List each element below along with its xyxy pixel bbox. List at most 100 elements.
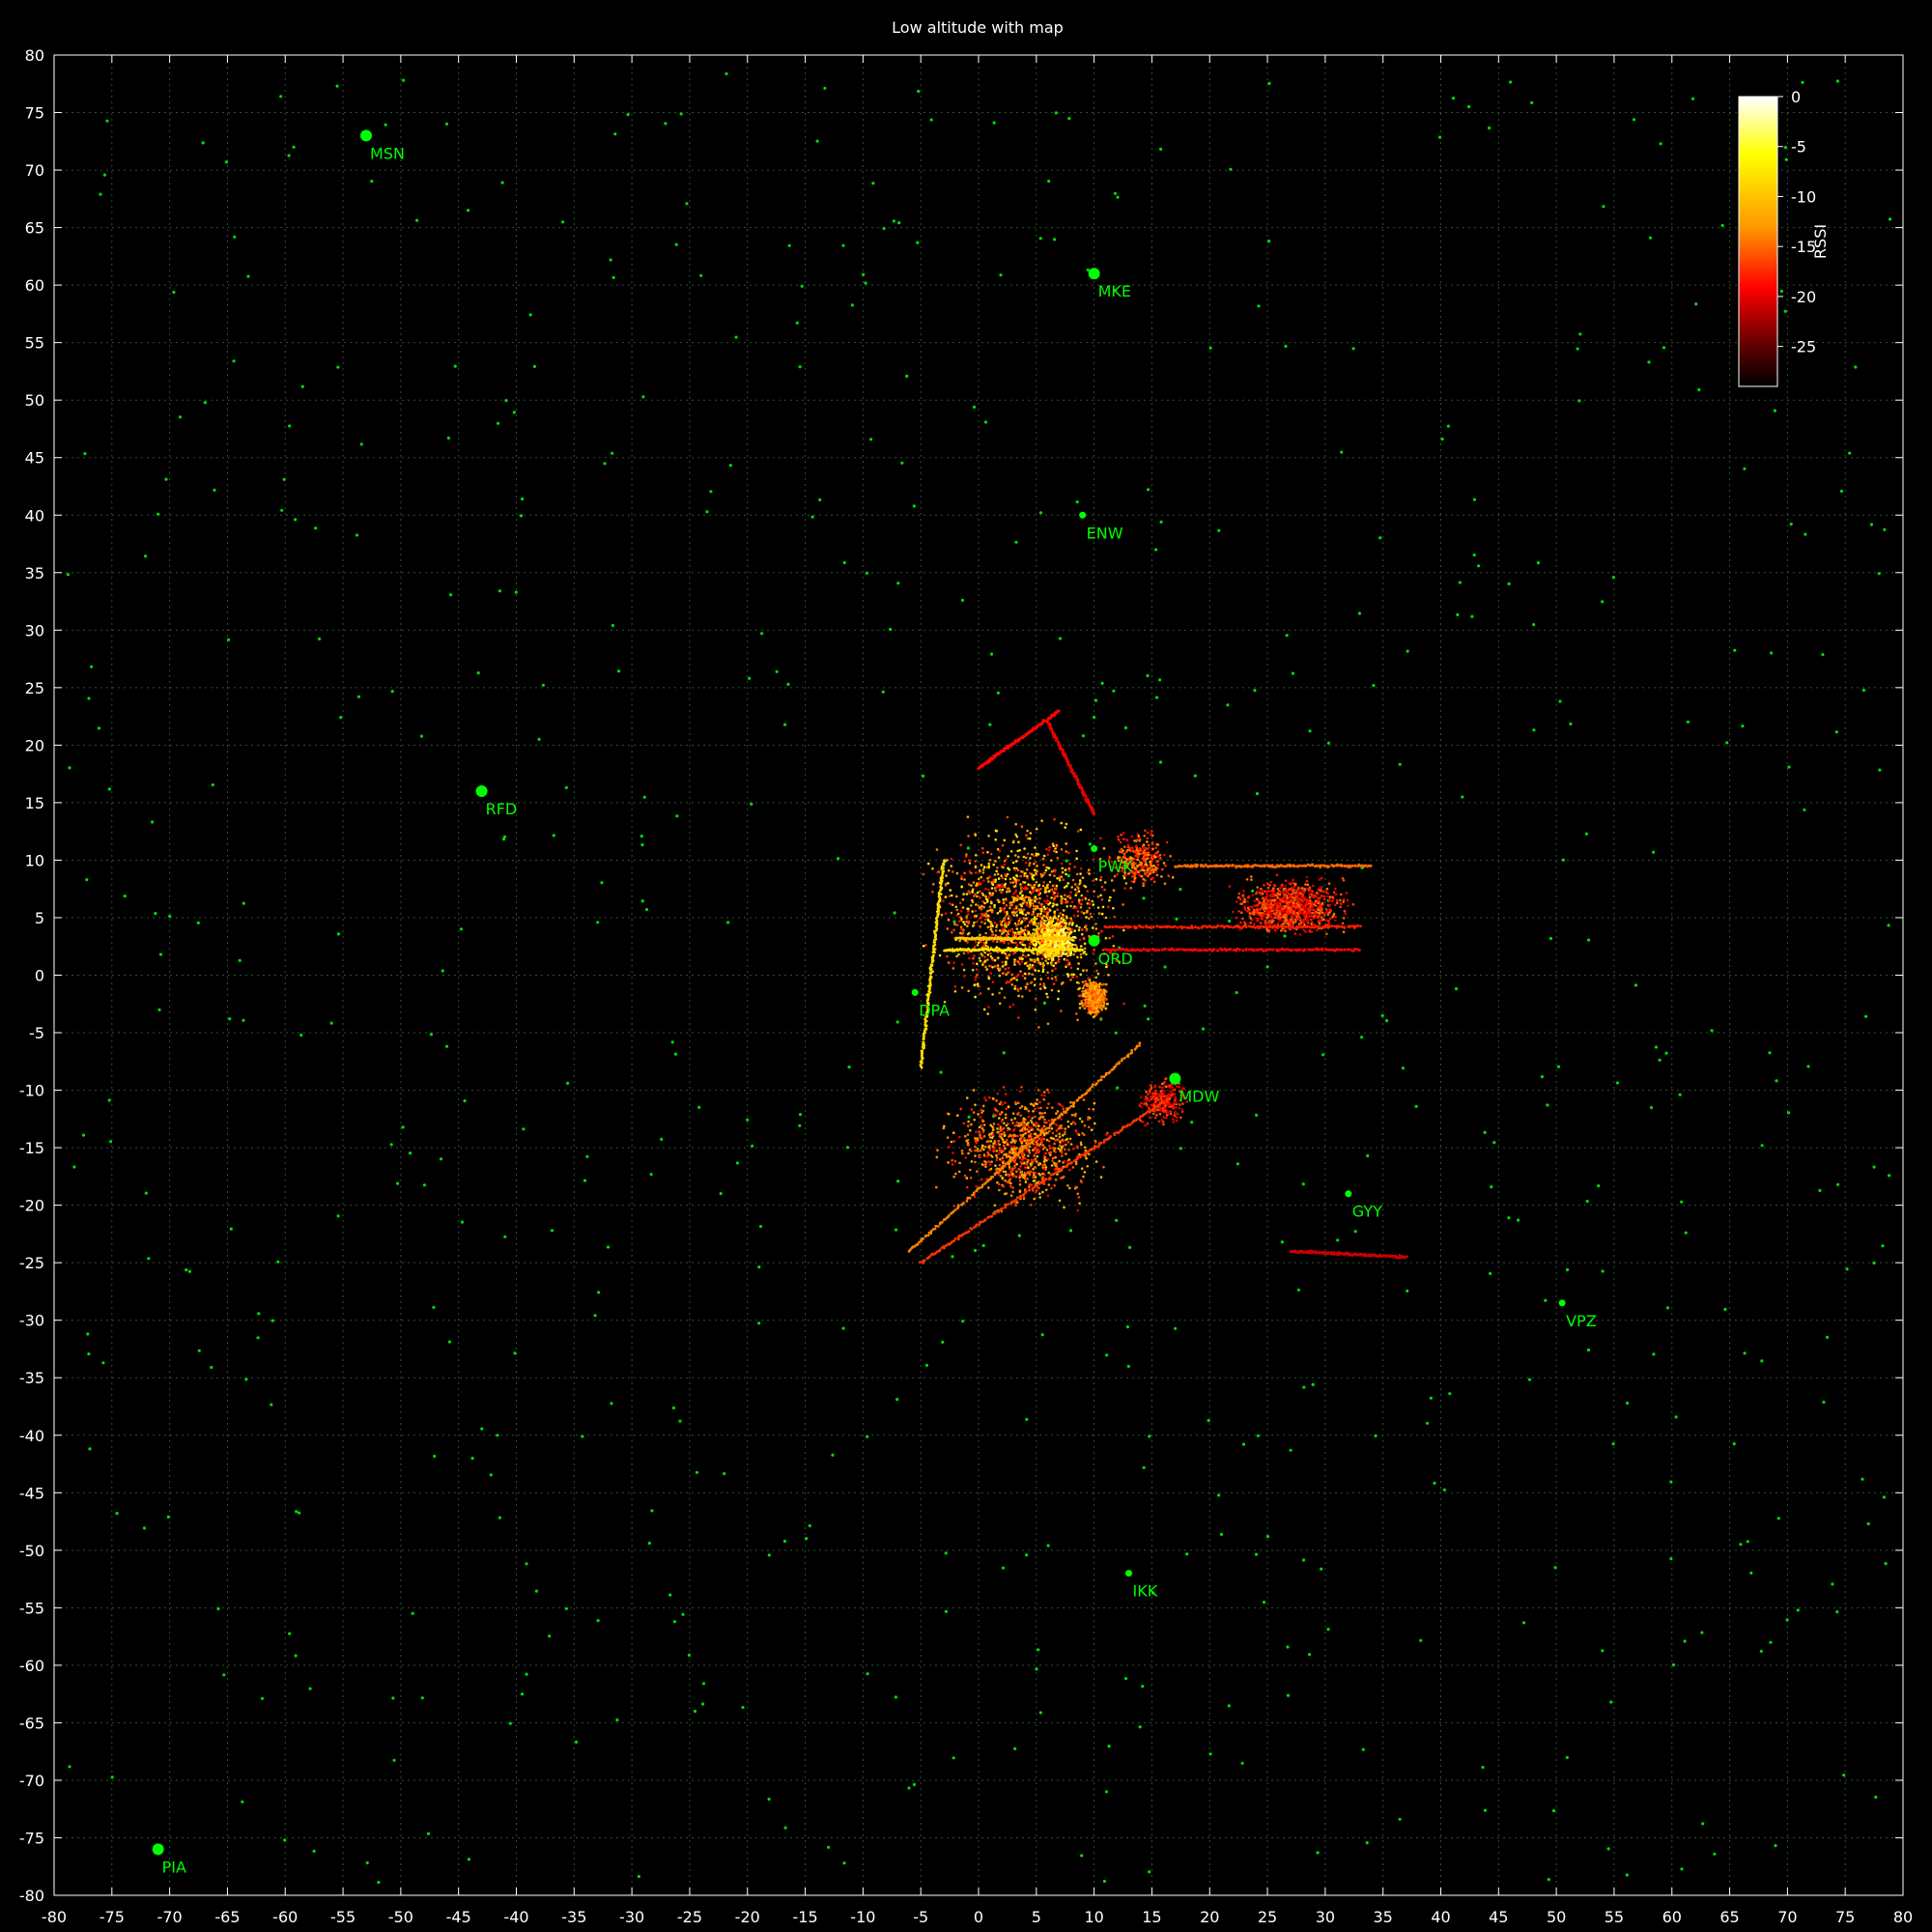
landmark-dot [1746,1540,1749,1544]
traffic-point-spread [1014,833,1017,837]
traffic-point-spread [1032,966,1036,970]
traffic-point-south [957,1170,961,1174]
traffic-point-spread [1043,925,1046,928]
traffic-point-east [1264,896,1266,899]
landmark-dot [144,1191,148,1195]
traffic-point-spread [1012,892,1015,895]
traffic-point-east [1318,911,1321,915]
landmark-dot [123,895,127,898]
traffic-point-east [1329,909,1332,913]
traffic-point-east [1339,893,1343,896]
landmark-dot [1155,696,1159,699]
traffic-point-south [967,1124,970,1127]
landmark-dot [197,1349,201,1352]
traffic-point-spread [991,966,994,969]
landmark-dot [280,508,284,512]
traffic-point-east [1266,882,1269,885]
traffic-point-spread [1100,912,1104,916]
traffic-point-east [1274,894,1278,897]
traffic-point-south [1018,1189,1022,1192]
traffic-point-south [998,1117,1001,1120]
traffic-point-east [1255,913,1258,916]
traffic-point-east [1305,875,1309,879]
traffic-point-south [1067,1149,1070,1151]
traffic-point-south [1015,1147,1018,1150]
traffic-point-spread [1039,872,1043,876]
landmark-dot [1326,1627,1330,1632]
traffic-point-ord-south [1083,1003,1086,1007]
traffic-point-spread [1065,899,1068,903]
traffic-point-spread [1043,871,1046,874]
traffic-point-south [1000,1120,1004,1122]
traffic-point-spread [959,843,962,847]
traffic-point-east [1289,921,1293,923]
traffic-point-south [1073,1122,1077,1125]
landmark-dot [1720,223,1724,227]
traffic-point-east [1297,909,1300,912]
traffic-point-ord-cluster [1049,932,1052,935]
landmark-dot [460,1220,465,1224]
traffic-point-spread [1020,890,1023,893]
traffic-point-south [1022,1196,1026,1199]
landmark-dot [895,1020,899,1024]
traffic-point-spread [971,890,974,894]
traffic-point-east [1290,888,1293,892]
landmark-dot [1565,1755,1569,1759]
traffic-point-east [1290,918,1293,921]
traffic-point-east [1275,910,1278,914]
landmark-dot [973,1248,978,1253]
landmark-dot [1887,923,1890,927]
traffic-point-spread [1073,866,1076,868]
traffic-point-spread [1063,894,1066,896]
traffic-point-spread [981,868,985,871]
traffic-point-south [1041,1190,1044,1194]
traffic-point-east [1284,907,1288,911]
landmark-dot [1265,965,1269,969]
landmark-dot [939,1070,943,1074]
traffic-point-east [1324,908,1328,911]
landmark-dot [1483,1130,1487,1134]
traffic-point-spread [945,874,948,877]
landmark-dot [1159,147,1163,151]
landmark-dot [999,273,1003,277]
traffic-point-east [1321,903,1324,906]
traffic-point-spread [958,939,961,943]
traffic-point-spread [974,945,977,949]
traffic-point-south [980,1178,983,1181]
landmark-dot [1472,497,1477,501]
landmark-dot [1229,167,1233,171]
traffic-point-east [1280,905,1284,908]
traffic-point-south [1004,1101,1007,1104]
traffic-point-south [1037,1137,1041,1140]
traffic-point-spread [1037,961,1040,964]
traffic-point-spread [1042,864,1045,867]
traffic-point-spread [1102,847,1106,850]
traffic-point-south [1083,1146,1087,1150]
landmark-dot [1456,612,1460,617]
traffic-point-ord-south [1081,990,1084,993]
traffic-point-spread [1086,909,1089,913]
traffic-point-south [1004,1113,1008,1116]
traffic-point-spread [993,905,996,909]
traffic-point-spread [1043,986,1047,989]
traffic-point-spread [1088,902,1092,905]
traffic-point-east [1310,900,1314,904]
traffic-point-spread [986,1012,989,1015]
traffic-point-spread [1100,898,1104,901]
traffic-point-south [995,1168,998,1171]
landmark-dot [294,1654,298,1658]
landmark-dot [1776,1517,1780,1520]
landmark-dot [1286,1693,1291,1697]
landmark-dot [1446,424,1450,428]
landmark-dot [1822,1400,1826,1405]
traffic-point-east [1325,887,1329,891]
landmark-dot [1351,347,1355,351]
traffic-point-south [1079,1179,1083,1182]
traffic-point-east [1250,875,1253,878]
traffic-point-spread [1021,894,1024,897]
landmark-dot [86,1332,90,1336]
landmark-dot [1662,346,1666,350]
traffic-point-spread [1009,919,1012,922]
traffic-point-ord-cluster [1072,939,1075,942]
landmark-dot [894,1695,898,1699]
